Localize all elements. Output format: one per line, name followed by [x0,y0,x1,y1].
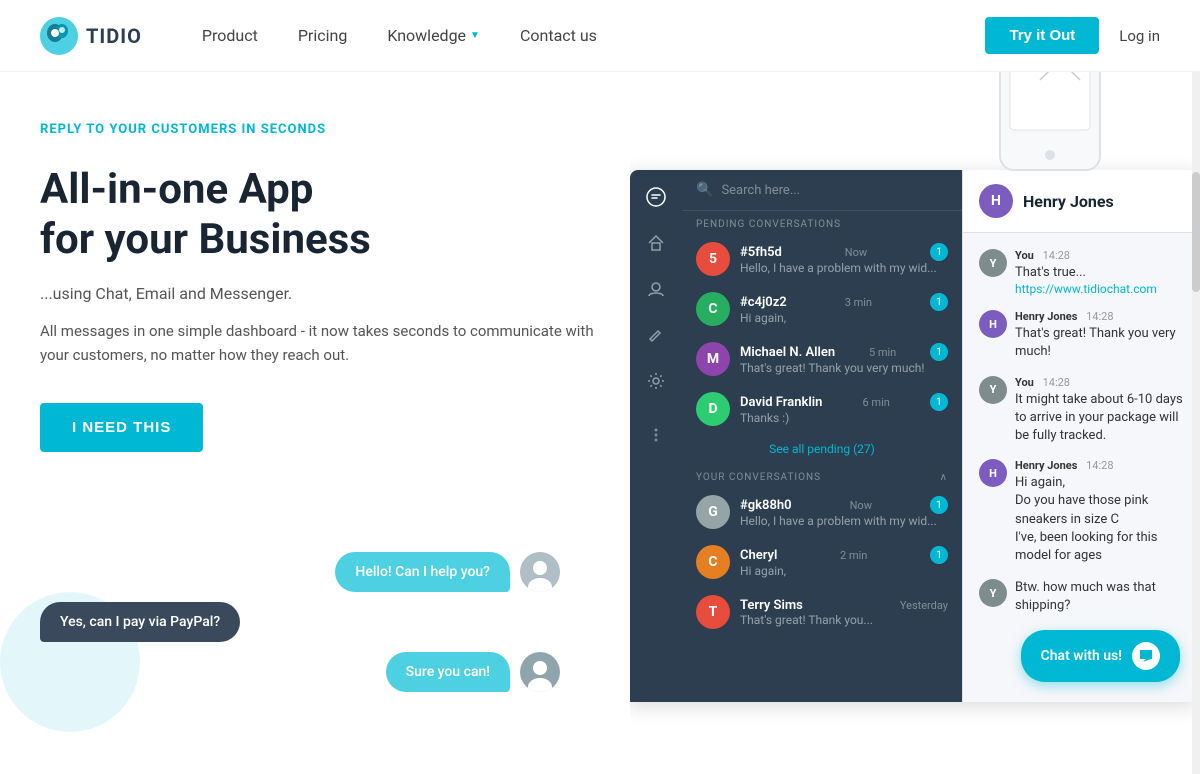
search-placeholder-text: Search here... [721,183,800,198]
chat-widget-icon [1132,642,1160,670]
msg-avatar-btw: Y [979,579,1007,607]
chat-icon[interactable] [645,186,667,208]
conv-info-cheryl: Cheryl 2 min 1 Hi again, [740,546,948,578]
nav: Product Pricing Knowledge ▼ Contact us [202,26,986,45]
conv-item-terry[interactable]: T Terry Sims Yesterday That's great! Tha… [682,587,962,637]
conv-item-cheryl[interactable]: C Cheryl 2 min 1 Hi again, [682,537,962,587]
badge-david: 1 [930,393,948,411]
message-4: H Henry Jones 14:28 Hi again,Do you have… [979,459,1184,565]
badge-5fh5d: 1 [930,243,948,261]
conv-avatar-michael: M [696,342,730,376]
contacts-icon[interactable] [645,278,667,300]
conv-info-david: David Franklin 6 min 1 Thanks :) [740,393,948,425]
chat-main-area: H Henry Jones Y You 14:28 That's true...… [962,170,1200,702]
badge-cheryl: 1 [930,546,948,564]
conv-info-c4j0z2: #c4j0z2 3 min 1 Hi again, [740,293,948,325]
search-bar[interactable]: 🔍 Search here... [682,170,962,211]
conv-avatar-c4j0z2: C [696,292,730,326]
conv-info-5fh5d: #5fh5d Now 1 Hello, I have a problem wit… [740,243,948,275]
logo[interactable]: TIDIO [40,17,142,55]
conv-item-5fh5d[interactable]: 5 #5fh5d Now 1 Hello, I have a problem w… [682,234,962,284]
conversations-list: 🔍 Search here... PENDING CONVERSATIONS 5… [682,170,962,702]
conv-item-c4j0z2[interactable]: C #c4j0z2 3 min 1 Hi again, [682,284,962,334]
edit-icon[interactable] [645,324,667,346]
msg-bubble-2: Henry Jones 14:28 That's great! Thank yo… [1015,310,1184,361]
hero-subtitle: REPLY TO YOUR CUSTOMERS IN SECONDS [40,122,600,137]
cta-button[interactable]: I NEED THIS [40,403,203,452]
message-3: Y You 14:28 It might take about 6-10 day… [979,376,1184,446]
msg-avatar-henry-1: H [979,310,1007,338]
active-user-name: Henry Jones [1023,192,1114,211]
msg-bubble-1: You 14:28 That's true... https://www.tid… [1015,249,1157,296]
your-section-header: YOUR CONVERSATIONS ∧ [682,464,962,487]
hero-description-1: ...using Chat, Email and Messenger. [40,284,600,303]
conv-avatar-5fh5d: 5 [696,242,730,276]
badge-gk88h0: 1 [930,496,948,514]
hero-title: All-in-one App for your Business [40,165,600,266]
search-icon: 🔍 [696,182,713,198]
nav-product[interactable]: Product [202,26,258,45]
header-right: Try it Out Log in [985,17,1160,54]
chevron-down-icon: ▼ [470,30,480,41]
settings-icon[interactable] [645,370,667,392]
active-user-avatar: H [979,184,1013,218]
see-all-pending[interactable]: See all pending (27) [682,434,962,464]
logo-text: TIDIO [86,24,142,48]
nav-pricing[interactable]: Pricing [298,26,348,45]
conv-avatar-david: D [696,392,730,426]
nav-knowledge[interactable]: Knowledge ▼ [387,26,480,45]
conv-info-gk88h0: #gk88h0 Now 1 Hello, I have a problem wi… [740,496,948,528]
try-it-out-button[interactable]: Try it Out [985,17,1099,54]
msg-bubble-4: Henry Jones 14:28 Hi again,Do you have t… [1015,459,1184,565]
msg-bubble-3: You 14:28 It might take about 6-10 days … [1015,376,1184,446]
msg-avatar-henry-2: H [979,459,1007,487]
badge-michael: 1 [930,343,948,361]
chat-widget-label: Chat with us! [1041,648,1122,664]
tidio-logo-icon [40,17,78,55]
conv-avatar-terry: T [696,595,730,629]
msg-avatar-you-2: Y [979,376,1007,404]
pending-section-header: PENDING CONVERSATIONS [682,211,962,234]
conv-info-michael: Michael N. Allen 5 min 1 That's great! T… [740,343,948,375]
conv-item-michael[interactable]: M Michael N. Allen 5 min 1 That's great!… [682,334,962,384]
main-content: REPLY TO YOUR CUSTOMERS IN SECONDS All-i… [0,72,1200,702]
more-icon[interactable] [645,424,667,446]
hero-description-2: All messages in one simple dashboard - i… [40,319,600,367]
scrollbar-track [1192,72,1200,774]
nav-contact[interactable]: Contact us [520,26,597,45]
header: TIDIO Product Pricing Knowledge ▼ Contac… [0,0,1200,72]
chat-widget-button[interactable]: Chat with us! [1021,630,1180,682]
home-icon[interactable] [645,232,667,254]
message-5: Y Btw. how much was that shipping? [979,579,1184,615]
message-2: H Henry Jones 14:28 That's great! Thank … [979,310,1184,361]
hero-section: REPLY TO YOUR CUSTOMERS IN SECONDS All-i… [0,72,640,702]
right-panel: 🔍 Search here... PENDING CONVERSATIONS 5… [630,0,1200,774]
conv-avatar-cheryl: C [696,545,730,579]
message-1: Y You 14:28 That's true... https://www.t… [979,249,1184,296]
chevron-icon: ∧ [940,472,948,483]
msg-avatar-you-1: Y [979,249,1007,277]
scrollbar-thumb[interactable] [1192,172,1200,292]
conv-item-gk88h0[interactable]: G #gk88h0 Now 1 Hello, I have a problem … [682,487,962,537]
login-link[interactable]: Log in [1119,27,1160,45]
msg-bubble-5: Btw. how much was that shipping? [1015,579,1184,615]
chat-dashboard: 🔍 Search here... PENDING CONVERSATIONS 5… [630,170,1200,702]
conv-avatar-gk88h0: G [696,495,730,529]
conv-item-david[interactable]: D David Franklin 6 min 1 Thanks :) [682,384,962,434]
conv-info-terry: Terry Sims Yesterday That's great! Thank… [740,598,948,627]
badge-c4j0z2: 1 [930,293,948,311]
